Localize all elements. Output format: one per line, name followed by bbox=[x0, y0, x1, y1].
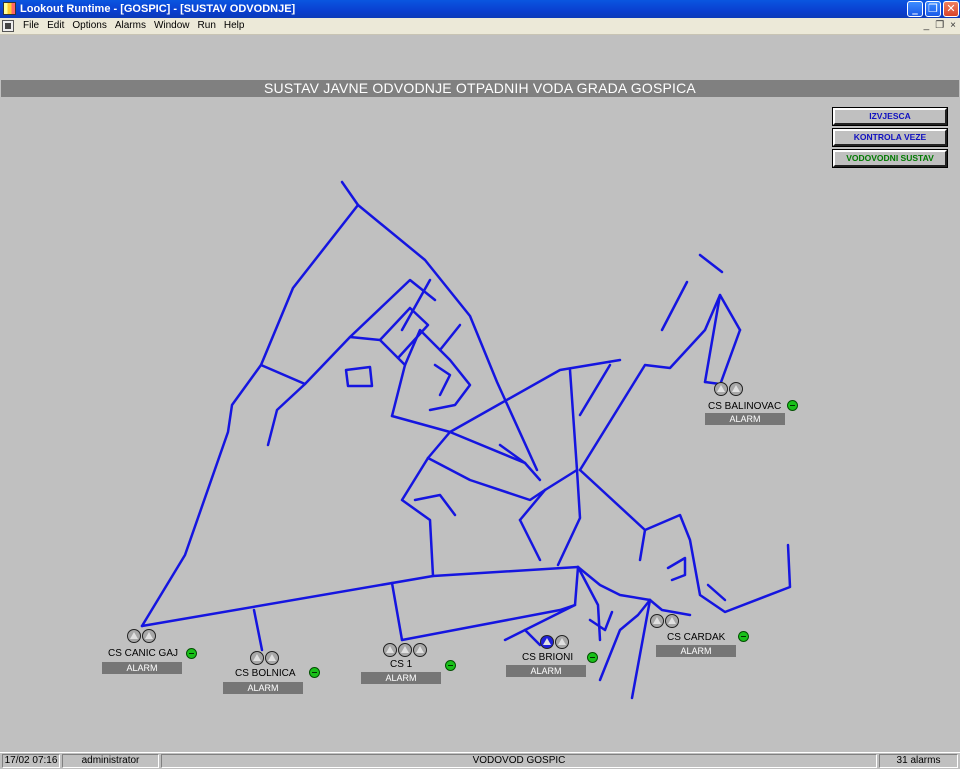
station-brioni-label: CS BRIONI bbox=[522, 652, 574, 663]
station-bolnica-alarm[interactable]: ALARM bbox=[223, 682, 303, 694]
pump-icon[interactable] bbox=[127, 629, 141, 643]
station-bolnica-label: CS BOLNICA bbox=[235, 668, 296, 679]
station-cardak-status-indicator[interactable] bbox=[738, 631, 749, 642]
pump-icon[interactable] bbox=[714, 382, 728, 396]
station-cardak-pumps bbox=[650, 614, 679, 628]
station-brioni-alarm[interactable]: ALARM bbox=[506, 665, 586, 677]
station-cs1-pumps bbox=[383, 643, 427, 657]
pump-icon[interactable] bbox=[665, 614, 679, 628]
station-balinovac-pumps bbox=[714, 382, 743, 396]
station-canic-gaj-status-indicator[interactable] bbox=[186, 648, 197, 659]
status-alarm-count[interactable]: 31 alarms bbox=[879, 754, 958, 768]
pump-running-icon[interactable] bbox=[540, 635, 554, 649]
station-canic-gaj-pumps bbox=[127, 629, 156, 643]
status-bar: 17/02 07:16 administrator VODOVOD GOSPIC… bbox=[0, 752, 960, 769]
pump-icon[interactable] bbox=[265, 651, 279, 665]
status-user: administrator bbox=[62, 754, 159, 768]
status-process: VODOVOD GOSPIC bbox=[161, 754, 877, 768]
pump-icon[interactable] bbox=[413, 643, 427, 657]
station-cs1-status-indicator[interactable] bbox=[445, 660, 456, 671]
pump-icon[interactable] bbox=[383, 643, 397, 657]
station-canic-gaj-alarm[interactable]: ALARM bbox=[102, 662, 182, 674]
station-brioni-pumps bbox=[540, 635, 569, 649]
station-cs1-label: CS 1 bbox=[390, 659, 413, 670]
pump-icon[interactable] bbox=[555, 635, 569, 649]
pump-icon[interactable] bbox=[142, 629, 156, 643]
status-datetime: 17/02 07:16 bbox=[2, 754, 60, 768]
station-cs1-alarm[interactable]: ALARM bbox=[361, 672, 441, 684]
pump-icon[interactable] bbox=[729, 382, 743, 396]
station-bolnica-status-indicator[interactable] bbox=[309, 667, 320, 678]
pump-icon[interactable] bbox=[398, 643, 412, 657]
pump-icon[interactable] bbox=[250, 651, 264, 665]
station-canic-gaj-label: CS CANIC GAJ bbox=[108, 648, 179, 659]
pump-icon[interactable] bbox=[650, 614, 664, 628]
station-balinovac-alarm[interactable]: ALARM bbox=[705, 413, 785, 425]
station-cardak-label: CS CARDAK bbox=[667, 632, 726, 643]
station-balinovac-label: CS BALINOVAC bbox=[708, 401, 782, 412]
station-bolnica-pumps bbox=[250, 651, 279, 665]
station-balinovac-status-indicator[interactable] bbox=[787, 400, 798, 411]
station-brioni-status-indicator[interactable] bbox=[587, 652, 598, 663]
station-cardak-alarm[interactable]: ALARM bbox=[656, 645, 736, 657]
pipe-network bbox=[140, 180, 792, 700]
